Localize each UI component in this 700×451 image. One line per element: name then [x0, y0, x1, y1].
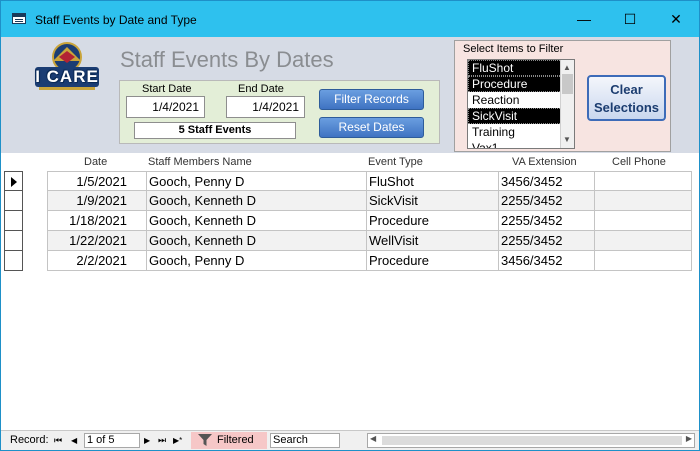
event-type-cell[interactable]: FluShot — [367, 171, 499, 191]
i-care-logo: I CARE — [29, 41, 105, 93]
window-title: Staff Events by Date and Type — [35, 13, 197, 27]
listbox-scrollbar[interactable]: ▲ ▼ — [560, 60, 574, 148]
column-header-cell-phone[interactable]: Cell Phone — [612, 156, 666, 170]
filter-list-item[interactable]: SickVisit — [468, 108, 574, 124]
record-label: Record: — [10, 434, 49, 446]
staff-name-cell[interactable]: Gooch, Kenneth D — [147, 231, 367, 251]
record-selector[interactable] — [4, 251, 23, 271]
date-cell[interactable]: 1/9/2021 — [47, 191, 147, 211]
current-record-arrow-icon — [11, 177, 17, 187]
search-box[interactable]: Search — [270, 433, 340, 448]
table-row[interactable]: 1/18/2021 Gooch, Kenneth D Procedure 2255/3… — [4, 211, 692, 231]
column-header-va-extension[interactable]: VA Extension — [512, 156, 577, 170]
table-row[interactable]: 1/9/2021 Gooch, Kenneth D SickVisit 2255/34… — [4, 191, 692, 211]
close-button[interactable]: ✕ — [653, 1, 699, 37]
va-extension-cell[interactable]: 2255/3452 — [499, 191, 595, 211]
scroll-right-icon[interactable]: ▶ — [686, 434, 692, 443]
event-type-cell[interactable]: Procedure — [367, 211, 499, 231]
next-record-icon[interactable]: ▶ — [144, 436, 150, 445]
start-date-input[interactable]: 1/4/2021 — [126, 96, 205, 118]
listbox-items: FluShot Procedure Reaction SickVisit Trainin… — [468, 60, 574, 148]
filter-label: Select Items to Filter — [463, 43, 564, 55]
column-header-event-type[interactable]: Event Type — [368, 156, 423, 170]
current-record-input[interactable]: 1 of 5 — [84, 433, 140, 448]
event-type-cell[interactable]: SickVisit — [367, 191, 499, 211]
cell-phone-cell[interactable] — [595, 251, 692, 271]
date-cell[interactable]: 2/2/2021 — [47, 251, 147, 271]
minimize-button[interactable]: — — [561, 1, 607, 37]
date-cell[interactable]: 1/5/2021 — [47, 171, 147, 191]
staff-name-cell[interactable]: Gooch, Penny D — [147, 251, 367, 271]
filtered-label: Filtered — [217, 434, 254, 446]
clear-selections-button[interactable]: Clear Selections — [587, 75, 666, 121]
scroll-down-icon[interactable]: ▼ — [563, 135, 571, 144]
end-date-label: End Date — [238, 83, 284, 95]
event-type-listbox[interactable]: FluShot Procedure Reaction SickVisit Trainin… — [467, 59, 575, 149]
staff-name-cell[interactable]: Gooch, Penny D — [147, 171, 367, 191]
column-header-staff-name[interactable]: Staff Members Name — [148, 156, 252, 170]
horizontal-scrollbar[interactable]: ◀ ▶ — [367, 433, 695, 448]
table-row[interactable]: 1/5/2021 Gooch, Penny D FluShot 3456/3452 — [4, 171, 692, 191]
event-type-cell[interactable]: WellVisit — [367, 231, 499, 251]
filter-funnel-icon — [198, 434, 212, 446]
cell-phone-cell[interactable] — [595, 231, 692, 251]
first-record-icon[interactable]: ⏮ — [54, 435, 62, 446]
record-selector[interactable] — [4, 171, 23, 191]
access-window: Staff Events by Date and Type — ☐ ✕ I CA… — [0, 0, 700, 451]
cell-phone-cell[interactable] — [595, 191, 692, 211]
date-filter-panel: Start Date End Date 1/4/2021 1/4/2021 5 … — [119, 80, 440, 144]
va-extension-cell[interactable]: 2255/3452 — [499, 231, 595, 251]
scroll-up-icon[interactable]: ▲ — [563, 63, 571, 72]
form-header: I CARE Staff Events By Dates Start Date … — [1, 37, 699, 153]
filter-list-item[interactable]: Vax1 — [468, 140, 574, 148]
event-type-cell[interactable]: Procedure — [367, 251, 499, 271]
title-bar: Staff Events by Date and Type — ☐ ✕ — [1, 1, 699, 37]
previous-record-icon[interactable]: ◀ — [71, 436, 77, 445]
cell-phone-cell[interactable] — [595, 171, 692, 191]
table-row[interactable]: 2/2/2021 Gooch, Penny D Procedure 3456/3452 — [4, 251, 692, 271]
date-cell[interactable]: 1/18/2021 — [47, 211, 147, 231]
va-extension-cell[interactable]: 2255/3452 — [499, 211, 595, 231]
scroll-thumb[interactable] — [562, 74, 573, 94]
start-date-label: Start Date — [142, 83, 192, 95]
logo-text: I CARE — [35, 67, 99, 86]
va-extension-cell[interactable]: 3456/3452 — [499, 251, 595, 271]
new-record-icon[interactable]: ▶* — [173, 436, 182, 445]
form-icon — [12, 13, 26, 24]
horizontal-scroll-thumb[interactable] — [382, 436, 682, 445]
filter-records-button[interactable]: Filter Records — [319, 89, 424, 110]
reset-dates-button[interactable]: Reset Dates — [319, 117, 424, 138]
va-extension-cell[interactable]: 3456/3452 — [499, 171, 595, 191]
filter-list-item[interactable]: Training — [468, 124, 574, 140]
record-selector[interactable] — [4, 211, 23, 231]
filter-list-item[interactable]: Procedure — [468, 76, 574, 92]
date-cell[interactable]: 1/22/2021 — [47, 231, 147, 251]
record-selector[interactable] — [4, 191, 23, 211]
staff-name-cell[interactable]: Gooch, Kenneth D — [147, 191, 367, 211]
record-navigation-bar: Record: ⏮ ◀ 1 of 5 ▶ ⏭ ▶* Filtered Searc… — [1, 430, 699, 450]
filtered-toggle[interactable]: Filtered — [191, 432, 267, 449]
filter-list-item[interactable]: FluShot — [468, 60, 574, 76]
staff-name-cell[interactable]: Gooch, Kenneth D — [147, 211, 367, 231]
form-title: Staff Events By Dates — [120, 47, 334, 72]
record-selector[interactable] — [4, 231, 23, 251]
last-record-icon[interactable]: ⏭ — [158, 435, 166, 446]
column-header-date[interactable]: Date — [84, 156, 107, 170]
table-row[interactable]: 1/22/2021 Gooch, Kenneth D WellVisit 2255/3… — [4, 231, 692, 251]
cell-phone-cell[interactable] — [595, 211, 692, 231]
maximize-button[interactable]: ☐ — [607, 1, 653, 37]
staff-events-count: 5 Staff Events — [134, 122, 296, 139]
scroll-left-icon[interactable]: ◀ — [370, 434, 376, 443]
event-type-filter-panel: Select Items to Filter FluShot Procedure R… — [454, 40, 671, 152]
filter-list-item[interactable]: Reaction — [468, 92, 574, 108]
end-date-input[interactable]: 1/4/2021 — [226, 96, 305, 118]
